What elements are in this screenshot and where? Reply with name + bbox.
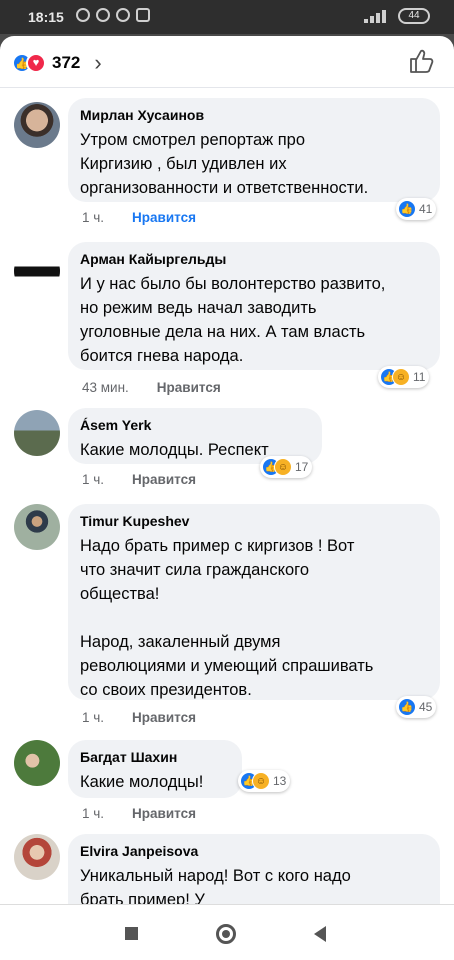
comment-author[interactable]: Мирлан Хусаинов [80,107,428,123]
avatar[interactable] [14,248,60,294]
love-icon: ♥ [26,53,46,73]
comment-author[interactable]: Арман Кайыргельды [80,251,428,267]
avatar[interactable] [14,740,60,786]
comment-time[interactable]: 1 ч. [82,806,104,821]
telegram-icon [116,8,130,22]
chevron-right-icon[interactable]: › [94,50,101,76]
comment-text: И у нас было бы волонтерство развито, но… [80,275,386,365]
back-icon[interactable] [314,926,326,942]
comment-time[interactable]: 1 ч. [82,210,104,225]
comment-bubble: Elvira Janpeisova Уникальный народ! Вот … [68,834,440,904]
like-icon: 👍 [398,698,416,716]
comment-meta: 1 ч. Нравится [82,472,196,487]
reaction-badge[interactable]: 👍 ☺ 11 [378,366,430,388]
comments-sheet: 👍 ♥ 372 › Мирлан Хусаинов Утром смотрел … [0,36,454,904]
reaction-count: 13 [273,774,287,788]
comment-bubble: Timur Kupeshev Надо брать пример с кирги… [68,504,440,700]
alarm-icon [76,8,90,22]
haha-icon: ☺ [274,458,292,476]
like-button[interactable]: Нравится [132,210,196,225]
comment-text: Надо брать пример с киргизов ! Вот что з… [80,537,374,699]
like-icon: 👍 [398,200,416,218]
comment-time[interactable]: 43 мин. [82,380,129,395]
like-button[interactable]: Нравится [132,472,196,487]
reaction-count: 17 [295,460,309,474]
comment-text: Утром смотрел репортаж про Киргизию , бы… [80,131,369,197]
comment-time[interactable]: 1 ч. [82,710,104,725]
signal-icon [362,9,392,23]
avatar[interactable] [14,102,60,148]
haha-icon: ☺ [252,772,270,790]
reactions-header: 👍 ♥ 372 › [0,36,454,88]
home-icon[interactable] [216,924,236,944]
like-outline-icon[interactable] [408,48,436,74]
comment-author[interactable]: Elvira Janpeisova [80,843,428,859]
reaction-count: 45 [419,700,433,714]
like-button[interactable]: Нравится [132,806,196,821]
like-button[interactable]: Нравится [157,380,221,395]
avatar[interactable] [14,834,60,880]
haha-icon: ☺ [392,368,410,386]
reaction-badge[interactable]: 👍 41 [396,198,437,220]
comment-author[interactable]: Timur Kupeshev [80,513,428,529]
reaction-badge[interactable]: 👍 45 [396,696,437,718]
like-button[interactable]: Нравится [132,710,196,725]
reactions-summary[interactable]: 👍 ♥ 372 › [12,50,102,76]
comment-bubble: Багдат Шахин Какие молодцы! [68,740,242,798]
recents-icon[interactable] [125,927,138,940]
comment-meta: 1 ч. Нравится [82,806,196,821]
reaction-count: 372 [52,53,81,72]
comment-author[interactable]: Ásem Yerk [80,417,310,433]
battery-icon: 44 [398,8,430,24]
reaction-count: 41 [419,202,433,216]
comment-meta: 1 ч. Нравится [82,710,196,725]
avatar[interactable] [14,410,60,456]
comment-meta: 43 мин. Нравится [82,380,221,395]
comment-author[interactable]: Багдат Шахин [80,749,230,765]
comment-text: Какие молодцы! [80,773,204,791]
battery-level: 44 [408,10,420,21]
avatar[interactable] [14,504,60,550]
comment-time[interactable]: 1 ч. [82,472,104,487]
status-bar: 18:15 44 [0,0,454,34]
reaction-count: 11 [413,370,426,384]
reaction-badge[interactable]: 👍 ☺ 13 [238,770,291,792]
comment-meta: 1 ч. Нравится [82,210,196,225]
comment-text: Уникальный народ! Вот с кого надо брать … [80,867,351,904]
comment-bubble: Арман Кайыргельды И у нас было бы волонт… [68,242,440,370]
comment-bubble: Мирлан Хусаинов Утром смотрел репортаж п… [68,98,440,202]
status-time: 18:15 [28,9,64,25]
reaction-badge[interactable]: 👍 ☺ 17 [260,456,313,478]
notification-icons [76,8,150,22]
android-nav-bar [0,904,454,960]
mail-icon [96,8,110,22]
instagram-icon [136,8,150,22]
